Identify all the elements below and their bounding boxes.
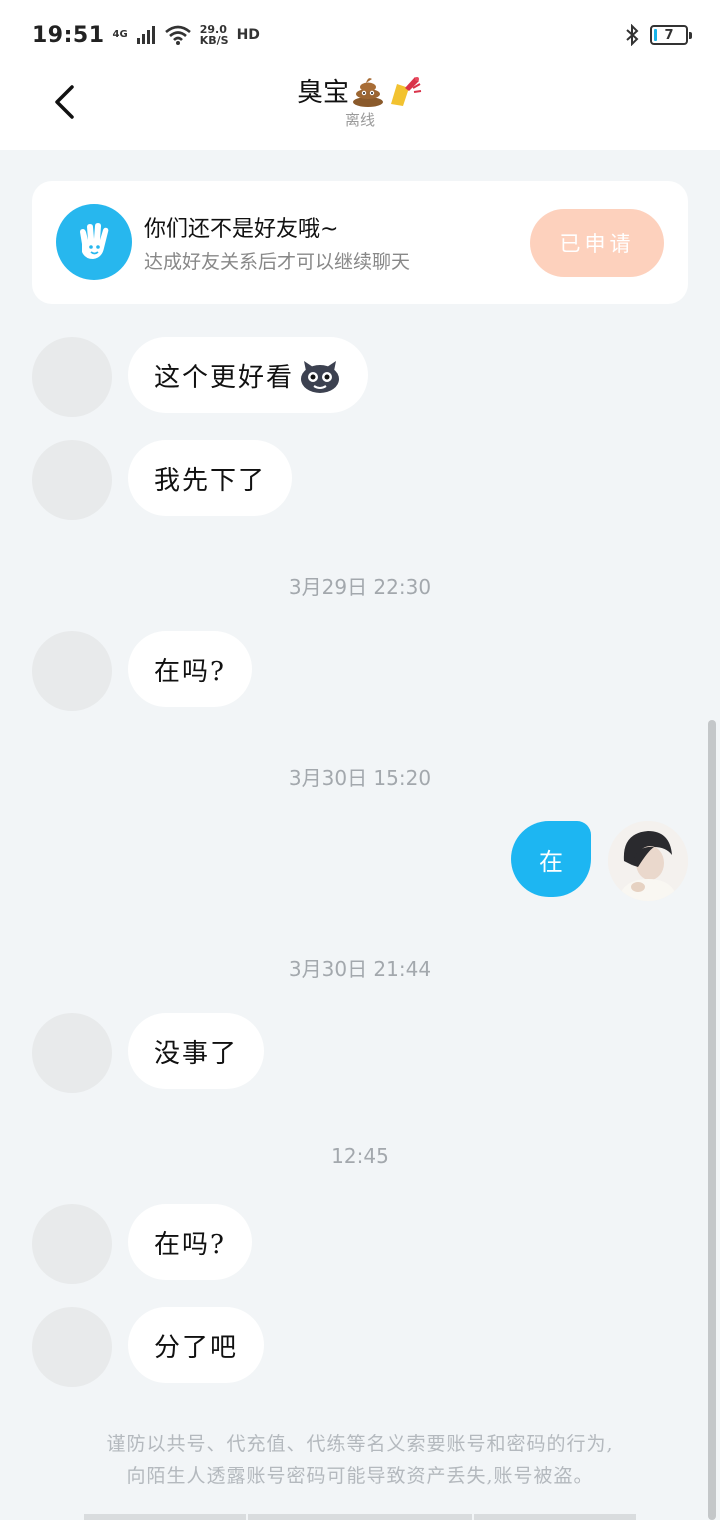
poop-emoji-icon (353, 77, 383, 107)
bottom-tab-indicator (84, 1514, 246, 1520)
safety-notice: 谨防以共号、代充值、代练等名义索要账号和密码的行为, 向陌生人透露账号密码可能导… (0, 1428, 720, 1492)
online-status: 离线 (344, 111, 375, 129)
friend-request-card: 你们还不是好友哦~ 达成好友关系后才可以继续聊天 已申请 (32, 181, 688, 304)
status-time: 19:51 (32, 22, 105, 48)
wifi-icon (164, 25, 191, 45)
battery-level: 7 (664, 27, 674, 43)
message-text: 在吗? (154, 1229, 226, 1260)
contact-name: 臭宝 (296, 78, 349, 108)
wave-hand-icon (56, 204, 132, 280)
scrollbar[interactable] (708, 720, 716, 1520)
message-bubble[interactable]: 这个更好看 (128, 337, 369, 413)
signal-icon (136, 26, 155, 44)
speed-unit: KB/S (199, 34, 229, 47)
avatar-photo (608, 821, 688, 901)
notice-line: 谨防以共号、代充值、代练等名义索要账号和密码的行为, (106, 1433, 614, 1455)
friend-card-title: 你们还不是好友哦~ (144, 217, 339, 242)
message-text: 分了吧 (154, 1332, 239, 1363)
chat-title[interactable]: 臭宝 (297, 72, 423, 109)
friend-card-subtitle: 达成好友关系后才可以继续聊天 (144, 251, 411, 273)
contact-avatar[interactable] (32, 440, 112, 520)
my-message-bubble[interactable]: 在 (511, 821, 591, 897)
hd-indicator: HD (236, 27, 260, 43)
notice-line: 向陌生人透露账号密码可能导致资产丢失,账号被盗。 (126, 1465, 594, 1487)
contact-avatar[interactable] (32, 631, 112, 711)
message-bubble[interactable]: 分了吧 (128, 1307, 265, 1383)
network-speed: 29.0 KB/S (200, 24, 229, 46)
bottom-tab-indicator (248, 1514, 472, 1520)
status-bar: 19:51 4G 29.0 KB/S HD 7 (0, 0, 720, 70)
message-text: 这个更好看 (154, 362, 295, 393)
nail-polish-emoji-icon (391, 76, 422, 106)
battery-icon: 7 (650, 25, 692, 45)
message-timestamp: 3月29日 22:30 (288, 575, 432, 599)
my-avatar[interactable] (608, 821, 688, 901)
message-text: 在 (539, 847, 563, 876)
message-bubble[interactable]: 在吗? (128, 631, 252, 707)
bottom-tab-indicator (474, 1514, 636, 1520)
message-bubble[interactable]: 没事了 (128, 1013, 265, 1089)
title-block: 臭宝 离线 (0, 72, 720, 130)
message-bubble[interactable]: 在吗? (128, 1204, 252, 1280)
message-timestamp: 3月30日 21:44 (288, 957, 432, 981)
contact-avatar[interactable] (32, 337, 112, 417)
contact-avatar[interactable] (32, 1013, 112, 1093)
applied-button[interactable]: 已申请 (530, 209, 664, 277)
contact-avatar[interactable] (32, 1204, 112, 1284)
message-timestamp: 12:45 (331, 1144, 389, 1168)
message-text: 我先下了 (154, 465, 267, 496)
network-type: 4G (112, 29, 128, 40)
message-bubble[interactable]: 我先下了 (128, 440, 293, 516)
sticker-face-icon (301, 361, 340, 393)
chat-header: 臭宝 离线 (0, 70, 720, 150)
contact-avatar[interactable] (32, 1307, 112, 1387)
message-text: 没事了 (154, 1038, 239, 1069)
message-timestamp: 3月30日 15:20 (288, 766, 432, 790)
message-text: 在吗? (154, 656, 226, 687)
bluetooth-icon (626, 24, 639, 46)
